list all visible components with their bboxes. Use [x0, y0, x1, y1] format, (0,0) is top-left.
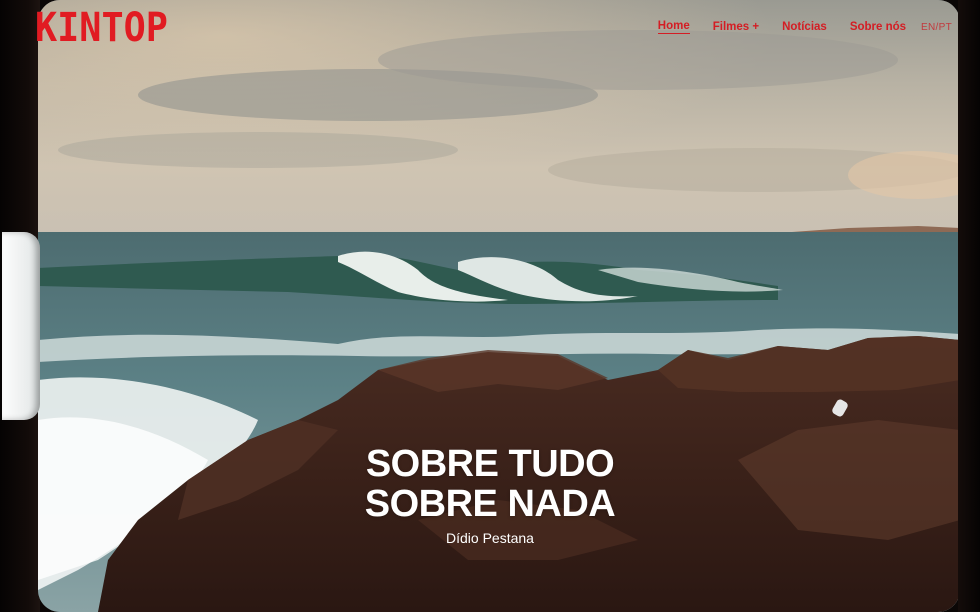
- nav-noticias[interactable]: Notícias: [782, 21, 827, 33]
- film-title-line-2: SOBRE NADA: [364, 483, 616, 525]
- kintop-logo[interactable]: KINTOP: [35, 6, 168, 50]
- film-title-line-1: SOBRE TUDO: [365, 443, 615, 485]
- film-title[interactable]: SOBRE TUDO SOBRE NADA: [0, 444, 980, 524]
- hero-caption[interactable]: SOBRE TUDO SOBRE NADA Dídio Pestana: [0, 444, 980, 546]
- film-sprocket-hole: [2, 232, 40, 420]
- film-director: Dídio Pestana: [446, 530, 534, 546]
- main-navigation: Home Filmes + Notícias Sobre nós EN/PT: [635, 20, 952, 34]
- nav-filmes[interactable]: Filmes +: [713, 21, 759, 33]
- nav-home[interactable]: Home: [657, 20, 690, 34]
- language-switch[interactable]: EN/PT: [921, 22, 952, 33]
- nav-sobre-nos[interactable]: Sobre nós: [850, 21, 906, 33]
